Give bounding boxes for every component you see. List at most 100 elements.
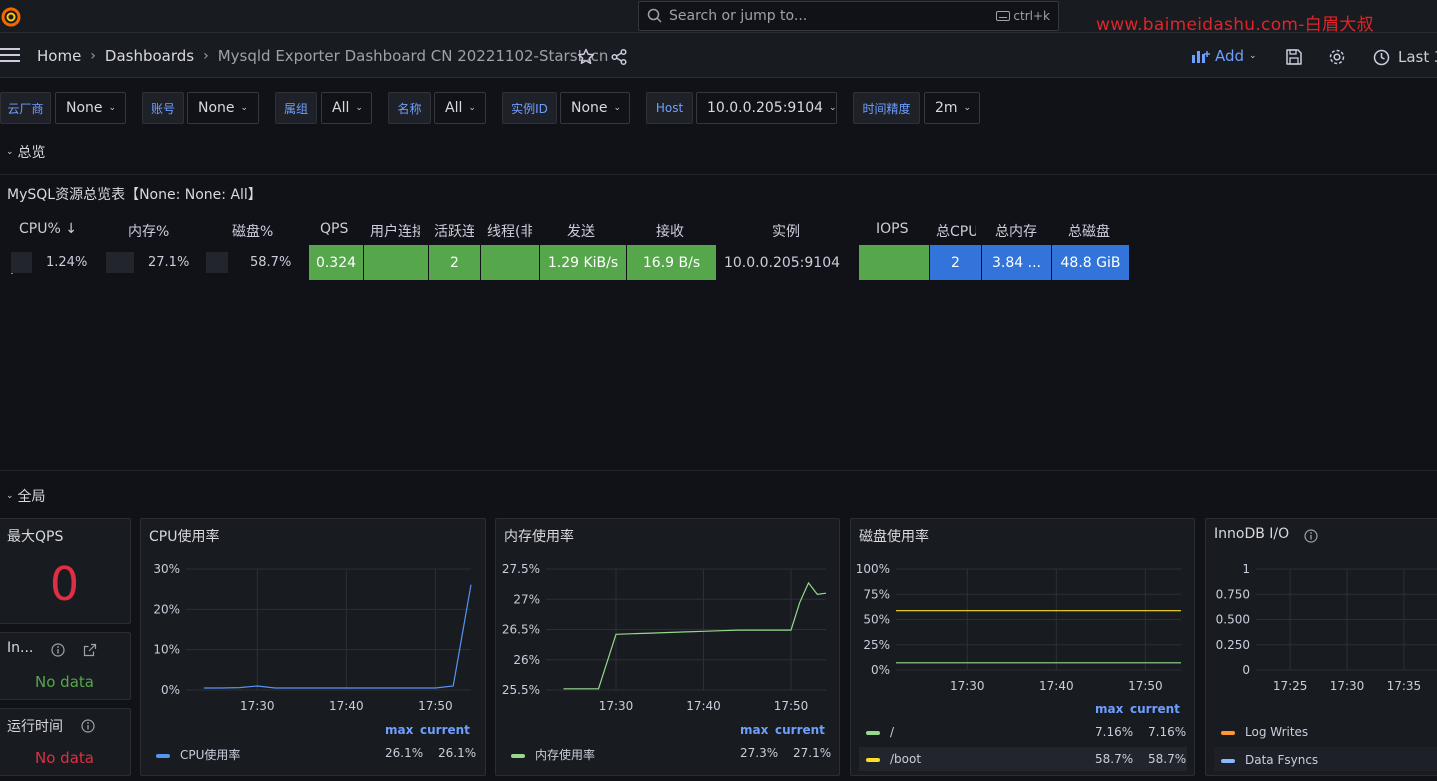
y-tick-label: 26.5% (502, 623, 540, 637)
panel-innodb-io[interactable]: InnoDB I/O 0 0.250 0.500 0.750 1 17:25 17:30 17… (1205, 518, 1437, 776)
legend-item-mem[interactable]: 内存使用率 (511, 746, 595, 763)
y-tick-label: 20% (153, 602, 180, 616)
y-tick-label: 75% (863, 587, 890, 601)
var-select-instance-id[interactable]: None ⌄ (560, 92, 630, 124)
settings-gear-icon[interactable] (1328, 48, 1346, 66)
innodb-io-chart[interactable]: 0 0.250 0.500 0.750 1 17:25 17:30 17:35 (1206, 557, 1437, 697)
info-icon[interactable] (81, 719, 95, 733)
legend-swatch (866, 757, 880, 762)
mem-usage-chart[interactable]: 25.5% 26% 26.5% 27% 27.5% 17:30 17:40 17:50 (496, 557, 839, 737)
col-header-threads[interactable]: 线程(非 (487, 221, 532, 241)
star-icon[interactable] (577, 48, 595, 66)
y-tick-label: 25.5% (502, 683, 540, 697)
cell-threads (481, 245, 539, 280)
no-data-text: No data (35, 673, 94, 691)
menu-icon[interactable] (0, 48, 20, 62)
col-header-disk[interactable]: 磁盘% (232, 221, 282, 241)
breadcrumb-current: Mysqld Exporter Dashboard CN 20221102-St… (217, 47, 609, 65)
y-tick-label: 0.500 (1216, 613, 1250, 627)
col-header-mem[interactable]: 内存% (128, 221, 178, 241)
legend-item-boot[interactable]: /boot (866, 752, 921, 766)
col-header-total-mem[interactable]: 总内存 (995, 221, 1045, 241)
var-select-cloud[interactable]: None ⌄ (55, 92, 126, 124)
info-icon[interactable] (51, 643, 65, 657)
panel-innodb-stat[interactable]: In... No data (0, 632, 131, 700)
info-icon[interactable] (1304, 529, 1318, 543)
legend-item-cpu[interactable]: CPU使用率 (156, 746, 240, 763)
var-label-instance-id: 实例ID (502, 92, 557, 124)
grafana-logo-icon[interactable] (0, 6, 22, 28)
x-tick-label: 17:40 (329, 699, 364, 713)
legend-header-current[interactable]: current (775, 723, 825, 737)
var-label-host: Host (646, 92, 693, 124)
breadcrumb-home[interactable]: Home (37, 47, 81, 65)
col-header-qps[interactable]: QPS (320, 221, 360, 237)
share-icon[interactable] (610, 48, 628, 66)
x-tick-label: 17:40 (1039, 679, 1074, 693)
legend-swatch (1221, 758, 1235, 763)
var-select-account[interactable]: None ⌄ (187, 92, 259, 124)
y-tick-label: 0% (161, 683, 180, 697)
legend-header-current[interactable]: current (420, 723, 470, 737)
row-overview[interactable]: ⌄ 总览 (6, 142, 46, 162)
legend-current-value: 26.1% (438, 746, 477, 760)
col-header-total-disk[interactable]: 总磁盘 (1068, 221, 1118, 241)
external-link-icon[interactable] (83, 643, 97, 657)
legend-header-max[interactable]: max (385, 723, 413, 737)
chevron-down-icon: ⌄ (468, 103, 476, 113)
var-select-interval[interactable]: 2m ⌄ (924, 92, 980, 124)
panel-title: 内存使用率 (504, 529, 574, 545)
col-header-active[interactable]: 活跃连 (434, 221, 474, 241)
legend-max-value: 58.7% (1095, 752, 1134, 766)
disk-gauge-bar (206, 252, 228, 273)
sort-desc-icon: ↓ (65, 221, 77, 237)
save-icon[interactable] (1285, 48, 1303, 66)
table-panel-title: MySQL资源总览表【None: None: All】 (7, 187, 262, 203)
cell-disk-value: 58.7% (250, 255, 292, 270)
legend-swatch (156, 753, 170, 758)
legend-label: / (890, 725, 895, 739)
legend-item-root[interactable]: / (866, 725, 894, 739)
search-placeholder: Search or jump to... (669, 8, 808, 24)
cell-qps: 0.324 (309, 245, 363, 280)
var-select-host[interactable]: 10.0.0.205:9104 ⌄ (696, 92, 837, 124)
legend-header-max[interactable]: max (1095, 702, 1123, 716)
col-header-recv[interactable]: 接收 (656, 221, 696, 241)
row-overview-label: 总览 (17, 145, 46, 161)
chevron-down-icon: ⌄ (1249, 51, 1257, 61)
row-global-label: 全局 (17, 489, 46, 505)
legend-item-data-fsyncs[interactable]: Data Fsyncs (1221, 753, 1318, 767)
add-button[interactable]: Add ⌄ (1192, 47, 1257, 65)
col-header-user-conn[interactable]: 用户连接 (370, 221, 420, 241)
col-header-total-cpu[interactable]: 总CPU (936, 221, 976, 241)
search-input[interactable]: Search or jump to... ctrl+k (638, 1, 1059, 31)
row-global[interactable]: ⌄ 全局 (6, 486, 46, 506)
col-header-send[interactable]: 发送 (567, 221, 607, 241)
legend-item-log-writes[interactable]: Log Writes (1221, 725, 1308, 739)
panel-uptime[interactable]: 运行时间 No data (0, 708, 131, 776)
breadcrumb-dashboards[interactable]: Dashboards (105, 47, 194, 65)
disk-usage-chart[interactable]: 0% 25% 50% 75% 100% 17:30 17:40 17:50 (851, 557, 1194, 697)
panel-disk-usage[interactable]: 磁盘使用率 0% 25% 50% 75% 100% 17:30 17:40 17:50 max… (850, 518, 1195, 776)
legend-current-value: 27.1% (793, 746, 832, 760)
var-select-name[interactable]: All ⌄ (434, 92, 486, 124)
cpu-usage-chart[interactable]: 0% 10% 20% 30% 17:30 17:40 17:50 (141, 557, 485, 737)
panel-cpu-usage[interactable]: CPU使用率 0% 10% 20% 30% 17:30 17:40 17:50 max cu… (140, 518, 486, 776)
chevron-down-icon: ⌄ (613, 103, 622, 113)
var-select-group[interactable]: All ⌄ (321, 92, 372, 124)
legend-label: 内存使用率 (535, 748, 596, 762)
var-value: None (66, 100, 103, 116)
time-range-picker[interactable]: Last 3 (1373, 48, 1437, 66)
col-header-instance[interactable]: 实例 (772, 221, 812, 241)
col-header-cpu[interactable]: CPU% ↓ (19, 221, 89, 237)
panel-title: 运行时间 (7, 719, 63, 735)
legend-header-max[interactable]: max (740, 723, 768, 737)
panel-mem-usage[interactable]: 内存使用率 25.5% 26% 26.5% 27% 27.5% 17:30 17:40 17:… (495, 518, 840, 776)
cell-iops (859, 245, 929, 280)
legend-header-current[interactable]: current (1130, 702, 1180, 716)
col-header-iops[interactable]: IOPS (876, 221, 916, 237)
cell-total-mem: 3.84 ... (982, 245, 1051, 280)
clock-icon (1373, 49, 1390, 65)
panel-max-qps[interactable]: 最大QPS 0 (0, 518, 131, 624)
var-label-account: 账号 (142, 92, 184, 124)
